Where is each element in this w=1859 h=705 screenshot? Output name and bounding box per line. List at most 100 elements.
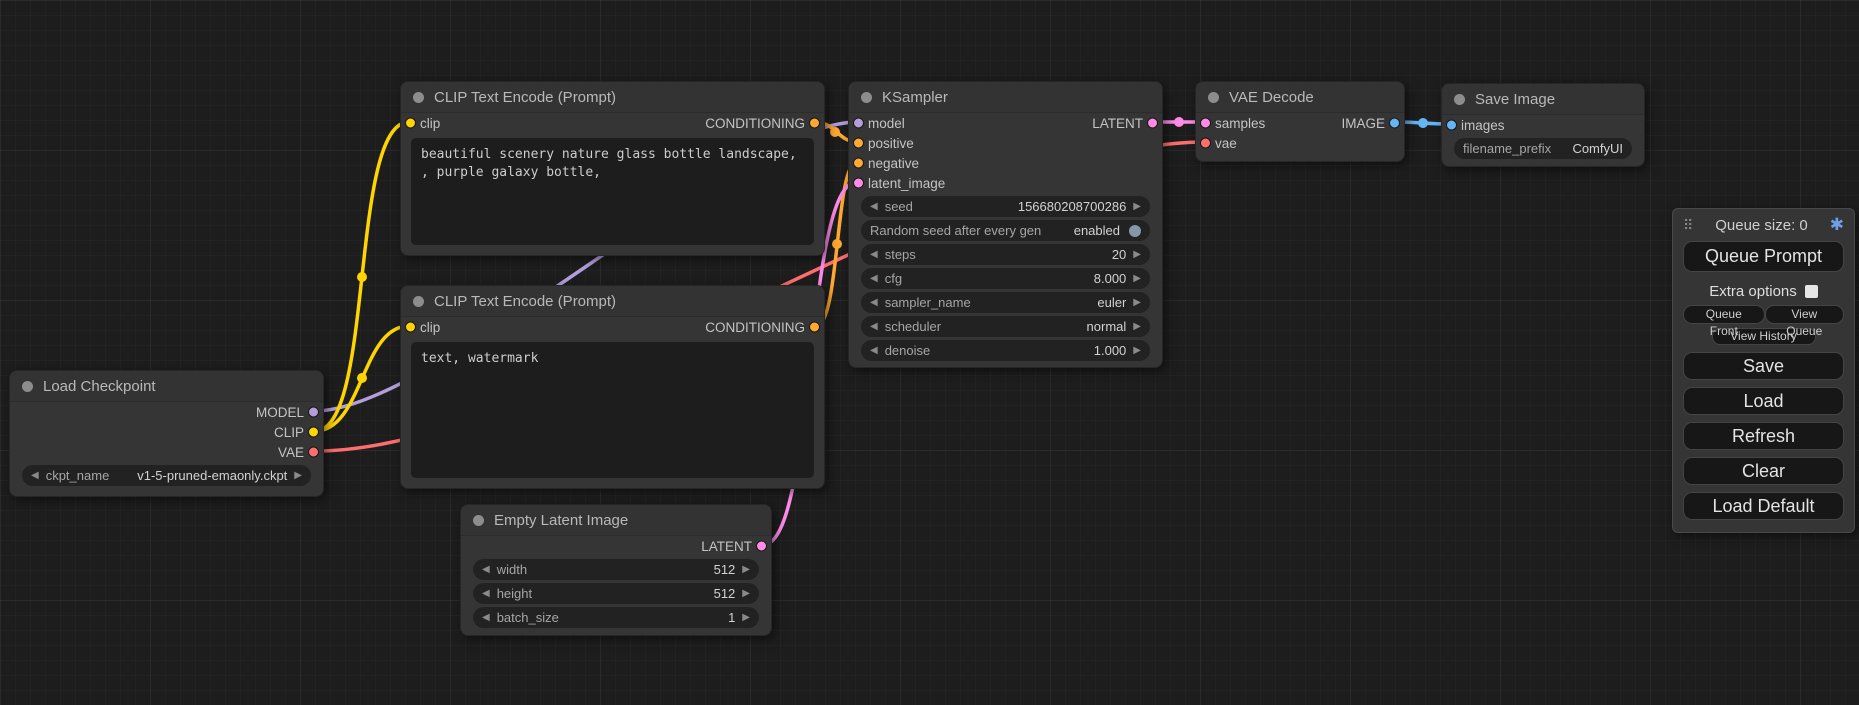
cfg-widget[interactable]: ◀ cfg 8.000 ▶ — [861, 268, 1150, 289]
steps-widget[interactable]: ◀ steps 20 ▶ — [861, 244, 1150, 265]
increment-arrow-icon[interactable]: ▶ — [742, 589, 750, 599]
collapse-dot-icon[interactable] — [861, 92, 872, 103]
collapse-dot-icon[interactable] — [1454, 94, 1465, 105]
seed-widget[interactable]: ◀ seed 156680208700286 ▶ — [861, 196, 1150, 217]
widget-label: denoise — [885, 343, 931, 358]
widget-label: steps — [885, 247, 916, 262]
port-latent-image-input[interactable] — [853, 178, 864, 189]
denoise-widget[interactable]: ◀ denoise 1.000 ▶ — [861, 340, 1150, 361]
port-vae-output[interactable] — [308, 447, 319, 458]
drag-handle-icon[interactable]: ⠿ — [1683, 217, 1693, 234]
collapse-dot-icon[interactable] — [473, 515, 484, 526]
collapse-dot-icon[interactable] — [22, 381, 33, 392]
wire-dot — [357, 272, 367, 282]
slot-row: CLIP — [10, 422, 323, 442]
ckpt-name-widget[interactable]: ◀ ckpt_name v1-5-pruned-emaonly.ckpt ▶ — [22, 465, 311, 486]
increment-arrow-icon[interactable]: ▶ — [1133, 274, 1141, 284]
node-empty-latent-image[interactable]: Empty Latent Image LATENT ◀ width 512 ▶ … — [460, 504, 772, 636]
increment-arrow-icon[interactable]: ▶ — [742, 565, 750, 575]
settings-gear-icon[interactable]: ✱ — [1830, 215, 1844, 235]
port-clip-input[interactable] — [405, 118, 416, 129]
node-ksampler[interactable]: KSampler model LATENT positive negative … — [848, 81, 1163, 368]
node-title-bar[interactable]: VAE Decode — [1196, 82, 1404, 113]
input-label: clip — [420, 116, 440, 131]
port-image-output[interactable] — [1389, 118, 1400, 129]
random-seed-toggle[interactable]: Random seed after every gen enabled — [861, 220, 1150, 241]
increment-arrow-icon[interactable]: ▶ — [1133, 346, 1141, 356]
increment-arrow-icon[interactable]: ▶ — [1133, 250, 1141, 260]
increment-arrow-icon[interactable]: ▶ — [1133, 202, 1141, 212]
queue-menu-header: ⠿ Queue size: 0 ✱ — [1683, 213, 1844, 237]
port-clip-output[interactable] — [308, 427, 319, 438]
widget-value: 156680208700286 — [1018, 199, 1126, 214]
decrement-arrow-icon[interactable]: ◀ — [870, 250, 878, 260]
increment-arrow-icon[interactable]: ▶ — [1133, 298, 1141, 308]
node-title-bar[interactable]: CLIP Text Encode (Prompt) — [401, 82, 824, 113]
sampler-name-widget[interactable]: ◀ sampler_name euler ▶ — [861, 292, 1150, 313]
port-samples-input[interactable] — [1200, 118, 1211, 129]
load-button[interactable]: Load — [1683, 387, 1844, 415]
input-label: vae — [1215, 136, 1237, 151]
port-conditioning-output[interactable] — [809, 322, 820, 333]
input-label: clip — [420, 320, 440, 335]
filename-prefix-widget[interactable]: filename_prefix ComfyUI — [1454, 138, 1632, 159]
view-queue-button[interactable]: View Queue — [1765, 305, 1844, 324]
node-clip-text-encode-negative[interactable]: CLIP Text Encode (Prompt) clip CONDITION… — [400, 285, 825, 489]
node-title-bar[interactable]: Save Image — [1442, 84, 1644, 115]
decrement-arrow-icon[interactable]: ◀ — [870, 322, 878, 332]
increment-arrow-icon[interactable]: ▶ — [294, 471, 302, 481]
width-widget[interactable]: ◀ width 512 ▶ — [473, 559, 759, 580]
decrement-arrow-icon[interactable]: ◀ — [31, 471, 39, 481]
port-model-input[interactable] — [853, 118, 864, 129]
decrement-arrow-icon[interactable]: ◀ — [870, 274, 878, 284]
scheduler-widget[interactable]: ◀ scheduler normal ▶ — [861, 316, 1150, 337]
node-save-image[interactable]: Save Image images filename_prefix ComfyU… — [1441, 83, 1645, 167]
increment-arrow-icon[interactable]: ▶ — [742, 613, 750, 623]
node-title: Save Image — [1475, 91, 1555, 108]
node-title-bar[interactable]: KSampler — [849, 82, 1162, 113]
collapse-dot-icon[interactable] — [413, 296, 424, 307]
prompt-textarea[interactable]: text, watermark — [411, 342, 814, 478]
node-clip-text-encode-positive[interactable]: CLIP Text Encode (Prompt) clip CONDITION… — [400, 81, 825, 256]
height-widget[interactable]: ◀ height 512 ▶ — [473, 583, 759, 604]
port-images-input[interactable] — [1446, 120, 1457, 131]
node-title-bar[interactable]: Empty Latent Image — [461, 505, 771, 536]
collapse-dot-icon[interactable] — [1208, 92, 1219, 103]
decrement-arrow-icon[interactable]: ◀ — [482, 613, 490, 623]
port-clip-input[interactable] — [405, 322, 416, 333]
queue-front-button[interactable]: Queue Front — [1683, 305, 1765, 324]
port-conditioning-output[interactable] — [809, 118, 820, 129]
prompt-textarea[interactable]: beautiful scenery nature glass bottle la… — [411, 138, 814, 245]
widget-label: height — [497, 586, 532, 601]
decrement-arrow-icon[interactable]: ◀ — [870, 346, 878, 356]
port-model-output[interactable] — [308, 407, 319, 418]
port-latent-output[interactable] — [756, 541, 767, 552]
save-button[interactable]: Save — [1683, 352, 1844, 380]
queue-prompt-button[interactable]: Queue Prompt — [1683, 241, 1844, 272]
node-load-checkpoint[interactable]: Load Checkpoint MODEL CLIP VAE ◀ ckpt_na… — [9, 370, 324, 497]
extra-options-row: Extra options — [1683, 280, 1844, 302]
refresh-button[interactable]: Refresh — [1683, 422, 1844, 450]
widget-value: 1.000 — [1094, 343, 1127, 358]
increment-arrow-icon[interactable]: ▶ — [1133, 322, 1141, 332]
node-title-bar[interactable]: Load Checkpoint — [10, 371, 323, 402]
decrement-arrow-icon[interactable]: ◀ — [482, 589, 490, 599]
graph-canvas[interactable]: Load Checkpoint MODEL CLIP VAE ◀ ckpt_na… — [0, 0, 1859, 705]
slot-row: clip CONDITIONING — [401, 113, 824, 133]
extra-options-checkbox[interactable] — [1805, 285, 1818, 298]
batch-size-widget[interactable]: ◀ batch_size 1 ▶ — [473, 607, 759, 628]
collapse-dot-icon[interactable] — [413, 92, 424, 103]
node-vae-decode[interactable]: VAE Decode samples IMAGE vae — [1195, 81, 1405, 162]
node-title-bar[interactable]: CLIP Text Encode (Prompt) — [401, 286, 824, 317]
decrement-arrow-icon[interactable]: ◀ — [870, 202, 878, 212]
clear-button[interactable]: Clear — [1683, 457, 1844, 485]
port-positive-input[interactable] — [853, 138, 864, 149]
load-default-button[interactable]: Load Default — [1683, 492, 1844, 520]
port-vae-input[interactable] — [1200, 138, 1211, 149]
decrement-arrow-icon[interactable]: ◀ — [482, 565, 490, 575]
port-latent-output[interactable] — [1147, 118, 1158, 129]
decrement-arrow-icon[interactable]: ◀ — [870, 298, 878, 308]
widget-label: sampler_name — [885, 295, 971, 310]
output-label: MODEL — [256, 405, 304, 420]
port-negative-input[interactable] — [853, 158, 864, 169]
